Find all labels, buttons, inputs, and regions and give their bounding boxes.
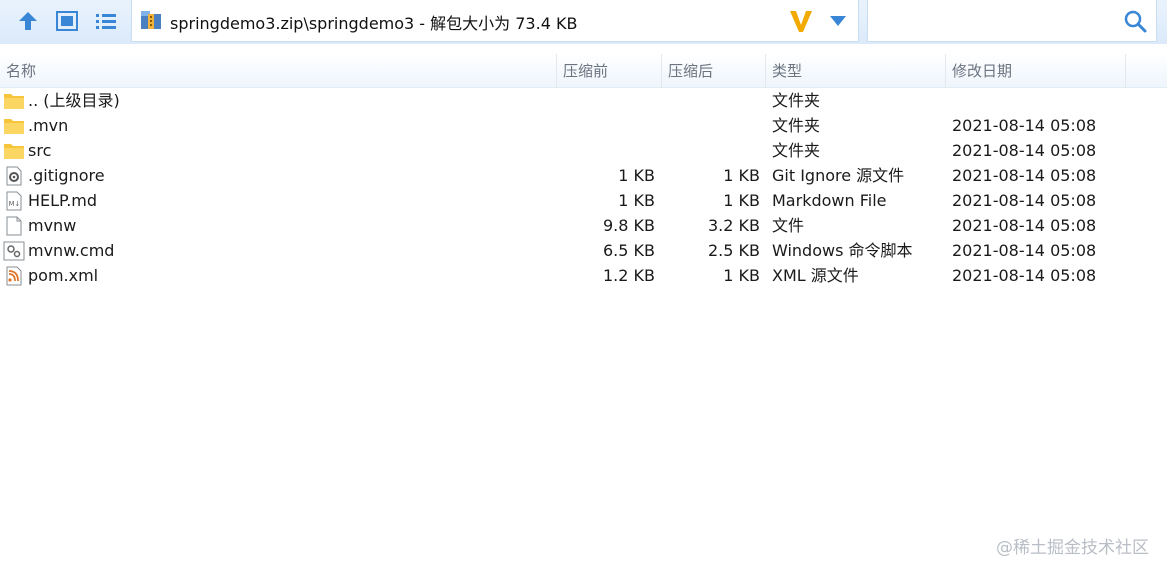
search-icon[interactable] [1123, 9, 1147, 33]
file-row-pom-xml[interactable]: pom.xml 1.2 KB 1 KB XML 源文件 2021-08-14 0… [0, 263, 1167, 288]
arrow-up-icon [19, 12, 37, 30]
file-modified: 2021-08-14 05:08 [952, 241, 1097, 260]
file-size [560, 88, 655, 113]
file-name: mvnw [28, 216, 77, 235]
markdown-file-icon: M↓ [6, 191, 22, 211]
file-type: Git Ignore 源文件 [772, 166, 905, 185]
file-list: .. (上级目录) 文件夹 .mvn 文件夹 2021-08-14 05:08 … [0, 88, 1167, 288]
file-modified: 2021-08-14 05:08 [952, 116, 1097, 135]
file-type: 文件 [772, 216, 805, 235]
file-packed-size: 1 KB [723, 266, 760, 285]
file-type: 文件夹 [772, 91, 821, 110]
v-logo-icon[interactable] [788, 8, 814, 34]
search-box [867, 0, 1157, 42]
file-packed-size: 2.5 KB [708, 241, 760, 260]
file-size: 1.2 KB [603, 266, 655, 285]
file-size: 9.8 KB [603, 216, 655, 235]
file-row-src[interactable]: src 文件夹 2021-08-14 05:08 [0, 138, 1167, 163]
file-name: .mvn [28, 116, 69, 135]
file-modified: 2021-08-14 05:08 [952, 216, 1097, 235]
column-header-modified[interactable]: 修改日期 [946, 54, 1126, 88]
gear-file-icon [6, 166, 22, 186]
file-size [560, 113, 655, 138]
address-bar[interactable]: springdemo3.zip\springdemo3 - 解包大小为 73.4… [131, 0, 859, 42]
file-row-mvn[interactable]: .mvn 文件夹 2021-08-14 05:08 [0, 113, 1167, 138]
file-row-mvnw[interactable]: mvnw 9.8 KB 3.2 KB 文件 2021-08-14 05:08 [0, 213, 1167, 238]
svg-text:M↓: M↓ [9, 200, 21, 208]
column-header-name[interactable]: 名称 [0, 54, 557, 88]
file-modified: 2021-08-14 05:08 [952, 166, 1097, 185]
script-file-icon [3, 241, 25, 261]
file-packed-size [665, 138, 760, 163]
file-size: 6.5 KB [603, 241, 655, 260]
file-row-mvnw-cmd[interactable]: mvnw.cmd 6.5 KB 2.5 KB Windows 命令脚本 2021… [0, 238, 1167, 263]
file-size: 1 KB [618, 166, 655, 185]
file-modified: 2021-08-14 05:08 [952, 141, 1097, 160]
list-view-button[interactable] [92, 7, 120, 35]
file-packed-size: 1 KB [723, 191, 760, 210]
zip-archive-icon [141, 11, 161, 29]
file-row-gitignore[interactable]: .gitignore 1 KB 1 KB Git Ignore 源文件 2021… [0, 163, 1167, 188]
folder-icon [4, 119, 24, 134]
file-name: .gitignore [28, 166, 105, 185]
file-name: HELP.md [28, 191, 98, 210]
file-size [560, 138, 655, 163]
xml-file-icon [6, 266, 22, 286]
column-header-packed[interactable]: 压缩后 [662, 54, 766, 88]
up-button[interactable] [14, 7, 42, 35]
thumbnail-view-icon [56, 11, 78, 31]
file-name: mvnw.cmd [28, 241, 115, 260]
folder-icon [4, 94, 24, 109]
file-size: 1 KB [618, 191, 655, 210]
file-type: 文件夹 [772, 141, 821, 160]
column-header: 名称 压缩前 压缩后 类型 修改日期 [0, 54, 1167, 88]
file-modified: 2021-08-14 05:08 [952, 191, 1097, 210]
file-name: .. (上级目录) [28, 91, 120, 110]
file-packed-size [665, 113, 760, 138]
file-packed-size [665, 88, 760, 113]
blank-file-icon [6, 216, 22, 236]
folder-icon [4, 144, 24, 159]
watermark: @稀土掘金技术社区 [996, 538, 1149, 558]
file-name: src [28, 141, 52, 160]
address-path-text: springdemo3.zip\springdemo3 - 解包大小为 73.4… [170, 14, 578, 33]
thumbnail-view-button[interactable] [53, 7, 81, 35]
chevron-down-icon[interactable] [829, 14, 847, 28]
file-modified: 2021-08-14 05:08 [952, 266, 1097, 285]
toolbar: springdemo3.zip\springdemo3 - 解包大小为 73.4… [0, 0, 1167, 44]
file-packed-size: 3.2 KB [708, 216, 760, 235]
file-type: Windows 命令脚本 [772, 241, 913, 260]
file-name: pom.xml [28, 266, 99, 285]
file-row-parent[interactable]: .. (上级目录) 文件夹 [0, 88, 1167, 113]
list-view-icon [96, 14, 116, 29]
file-packed-size: 1 KB [723, 166, 760, 185]
search-input[interactable] [874, 8, 1114, 34]
file-type: 文件夹 [772, 116, 821, 135]
file-type: Markdown File [772, 191, 887, 210]
file-row-help-md[interactable]: M↓ HELP.md 1 KB 1 KB Markdown File 2021-… [0, 188, 1167, 213]
column-header-size[interactable]: 压缩前 [557, 54, 662, 88]
column-header-type[interactable]: 类型 [766, 54, 946, 88]
file-type: XML 源文件 [772, 266, 859, 285]
